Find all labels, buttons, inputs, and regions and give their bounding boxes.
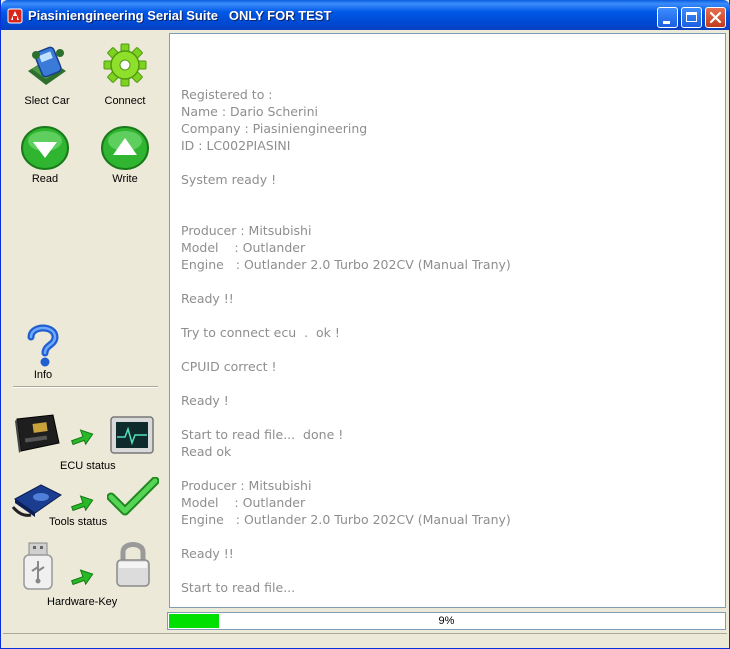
read-button[interactable]: Read [11,125,79,185]
connect-label: Connect [104,95,146,107]
write-button[interactable]: Write [91,125,159,185]
log-line: Producer : Mitsubishi [181,223,312,238]
connect-button[interactable]: Connect [91,41,159,107]
log-line: System ready ! [181,172,277,187]
hardware-link-arrow-icon [71,569,94,586]
log-line: Start to read file... [181,580,296,595]
arrow-down-icon [21,126,69,170]
log-line: CPUID correct ! [181,359,277,374]
log-line: Model : Outlander [181,240,306,255]
ecu-monitor-icon [110,416,154,454]
progress-label: 9% [438,615,455,627]
window-title: Piasiniengineering Serial Suite ONLY FOR… [28,8,332,23]
tools-link-arrow-icon [71,495,94,512]
question-mark-icon [27,324,59,367]
close-icon [709,11,722,24]
progress-bar: 9% [167,612,726,630]
ecu-icon [15,414,60,453]
gear-icon [103,43,147,87]
maximize-button[interactable] [681,7,702,28]
log-line: Read ok [181,444,232,459]
log-line: Company : Piasiniengineering [181,121,368,136]
log-line: Model : Outlander [181,495,306,510]
interface-tool-icon [11,484,62,517]
minimize-button[interactable] [657,7,678,28]
ecu-status-label: ECU status [60,460,116,472]
ecu-link-arrow-icon [71,429,94,446]
log-line: Ready !! [181,546,234,561]
app-icon [7,8,23,24]
arrow-up-icon [101,126,149,170]
info-label: Info [33,369,53,381]
log-line: Engine : Outlander 2.0 Turbo 202CV (Manu… [181,512,511,527]
minimize-icon [663,21,670,24]
log-line: Try to connect ecu . ok ! [181,325,340,340]
title-bar[interactable]: Piasiniengineering Serial Suite ONLY FOR… [1,0,730,30]
log-line: ID : LC002PIASINI [181,138,291,153]
log-line: Ready ! [181,393,229,408]
info-button[interactable]: Info [9,323,77,381]
car-icon [28,46,66,85]
read-label: Read [31,173,59,185]
tools-status-label: Tools status [49,516,108,528]
sidebar: Slect Car Connect Read Write Info ECU st… [5,33,165,627]
maximize-icon [686,12,697,22]
hardware-key-label: Hardware-Key [47,596,118,608]
log-line: Producer : Mitsubishi [181,478,312,493]
log-output[interactable]: Registered to : Name : Dario Scherini Co… [169,33,726,608]
close-button[interactable] [705,7,726,28]
lock-icon [116,542,150,587]
usb-key-icon [23,542,53,590]
status-bar [3,633,727,648]
log-line: Engine : Outlander 2.0 Turbo 202CV (Manu… [181,257,511,272]
log-line: Name : Dario Scherini [181,104,318,119]
select-car-button[interactable]: Slect Car [13,41,81,107]
select-car-label: Slect Car [24,95,70,107]
sidebar-divider [13,386,158,388]
log-line: Start to read file... done ! [181,427,344,442]
log-line: Ready !! [181,291,234,306]
log-line: Registered to : [181,87,273,102]
checkmark-icon [107,477,159,516]
write-label: Write [112,173,138,185]
app-window: Piasiniengineering Serial Suite ONLY FOR… [0,0,730,649]
